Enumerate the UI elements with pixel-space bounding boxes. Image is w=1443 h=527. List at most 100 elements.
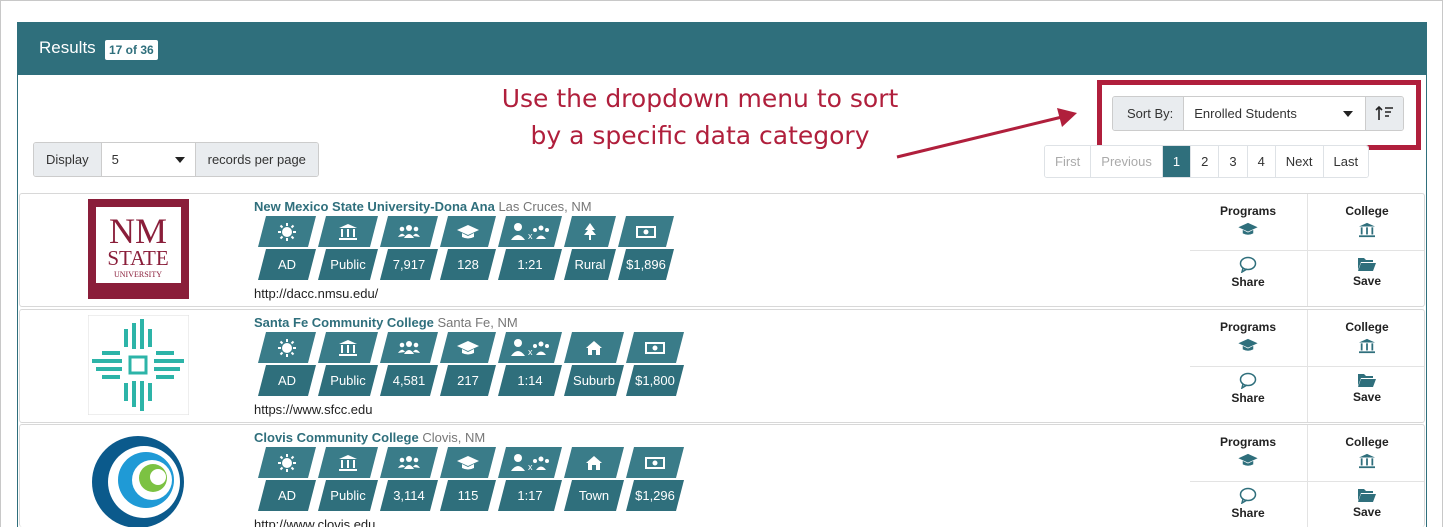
sort-order-button[interactable] [1366, 97, 1404, 130]
stat-setting: Town [564, 480, 624, 511]
action-divider [1307, 425, 1308, 527]
institution-icon [1359, 222, 1375, 238]
sort-descending-icon [1375, 105, 1394, 120]
clovis-logo [92, 436, 184, 527]
results-header: Results 17 of 36 [18, 23, 1426, 75]
action-divider [1190, 250, 1424, 251]
stat-degree: AD [258, 365, 316, 396]
graduation-cap-icon [1238, 453, 1258, 466]
result-card: Clovis Community College Clovis, NM x AD… [19, 424, 1425, 527]
chevron-down-icon [174, 157, 185, 163]
school-name-link[interactable]: Clovis Community College [254, 430, 419, 445]
graduation-cap-icon [1238, 338, 1258, 351]
result-card: NM STATE UNIVERSITY New Mexico State Uni… [19, 193, 1425, 307]
results-count-badge: 17 of 36 [105, 40, 158, 60]
pagination-page-3[interactable]: 3 [1219, 146, 1248, 177]
stat-tuition: $1,296 [626, 480, 684, 511]
save-button[interactable]: Save [1317, 487, 1417, 519]
annotation-callout: Use the dropdown menu to sort by a speci… [420, 80, 980, 154]
money-icon [626, 447, 684, 478]
svg-text:x: x [528, 347, 533, 357]
share-button[interactable]: Share [1198, 372, 1298, 405]
pagination-page-4[interactable]: 4 [1247, 146, 1276, 177]
stat-setting: Suburb [564, 365, 624, 396]
graduation-cap-icon [1238, 222, 1258, 235]
sun-icon [258, 216, 316, 247]
programs-label: Programs [1219, 435, 1277, 449]
pagination-page-2[interactable]: 2 [1191, 146, 1220, 177]
users-icon [380, 447, 438, 478]
college-button[interactable]: College [1317, 204, 1417, 238]
folder-open-icon [1358, 374, 1376, 387]
stat-degree: AD [258, 480, 316, 511]
graduation-cap-icon [440, 447, 496, 478]
student-faculty-ratio-icon: x [498, 447, 562, 478]
school-title: New Mexico State University-Dona Ana Las… [254, 199, 592, 214]
nmsu-logo-text-1: NM [109, 211, 167, 251]
college-label: College [1345, 320, 1389, 334]
stat-control: Public [318, 249, 378, 280]
stat-values-row: AD Public 4,581 217 1:14 Suburb $1,800 [258, 365, 686, 396]
stat-enrollment: 3,114 [380, 480, 438, 511]
stat-control: Public [318, 480, 378, 511]
money-icon [618, 216, 674, 247]
save-label: Save [1352, 274, 1382, 288]
users-icon [380, 216, 438, 247]
save-button[interactable]: Save [1317, 256, 1417, 288]
records-per-page-select[interactable]: 5 [101, 143, 196, 176]
programs-button[interactable]: Programs [1198, 204, 1298, 236]
school-title: Santa Fe Community College Santa Fe, NM [254, 315, 518, 330]
stat-programs: 217 [440, 365, 496, 396]
college-label: College [1345, 204, 1389, 218]
school-name-link[interactable]: New Mexico State University-Dona Ana [254, 199, 495, 214]
svg-text:x: x [528, 231, 533, 241]
annotation-line-1: Use the dropdown menu to sort [501, 84, 899, 113]
pagination: First Previous 1 2 3 4 Next Last [1044, 145, 1370, 178]
chevron-down-icon [1343, 111, 1354, 117]
college-button[interactable]: College [1317, 435, 1417, 469]
institution-icon [318, 447, 378, 478]
share-label: Share [1231, 275, 1265, 289]
share-button[interactable]: Share [1198, 487, 1298, 520]
graduation-cap-icon [440, 216, 496, 247]
pagination-last[interactable]: Last [1323, 146, 1369, 177]
pagination-next[interactable]: Next [1275, 146, 1324, 177]
save-label: Save [1352, 505, 1382, 519]
pagination-previous[interactable]: Previous [1091, 146, 1163, 177]
folder-open-icon [1358, 258, 1376, 271]
school-url[interactable]: http://dacc.nmsu.edu/ [254, 286, 378, 301]
result-card: Santa Fe Community College Santa Fe, NM … [19, 309, 1425, 423]
nmsu-logo: NM STATE UNIVERSITY [88, 199, 189, 299]
stat-tuition: $1,800 [626, 365, 684, 396]
records-per-page-value: 5 [111, 152, 119, 167]
graduation-cap-icon [440, 332, 496, 363]
school-location: Las Cruces, NM [498, 199, 592, 214]
sfcc-logo [88, 315, 189, 415]
pagination-first[interactable]: First [1045, 146, 1092, 177]
sort-by-select[interactable]: Enrolled Students [1184, 97, 1367, 130]
save-button[interactable]: Save [1317, 372, 1417, 404]
school-url[interactable]: http://www.clovis.edu [254, 517, 375, 527]
programs-button[interactable]: Programs [1198, 435, 1298, 467]
school-title: Clovis Community College Clovis, NM [254, 430, 485, 445]
programs-button[interactable]: Programs [1198, 320, 1298, 352]
svg-text:x: x [528, 462, 533, 472]
stat-enrollment: 4,581 [380, 365, 438, 396]
institution-icon [318, 332, 378, 363]
stat-control: Public [318, 365, 378, 396]
action-divider [1190, 481, 1424, 482]
stat-degree: AD [258, 249, 316, 280]
stat-setting: Rural [564, 249, 616, 280]
college-label: College [1345, 435, 1389, 449]
share-button[interactable]: Share [1198, 256, 1298, 289]
institution-icon [318, 216, 378, 247]
school-name-link[interactable]: Santa Fe Community College [254, 315, 434, 330]
college-button[interactable]: College [1317, 320, 1417, 354]
programs-label: Programs [1219, 204, 1277, 218]
pagination-page-1[interactable]: 1 [1162, 146, 1192, 177]
institution-icon [1359, 453, 1375, 469]
action-divider [1190, 366, 1424, 367]
school-url[interactable]: https://www.sfcc.edu [254, 402, 373, 417]
institution-icon [1359, 338, 1375, 354]
sort-by-value: Enrolled Students [1194, 106, 1297, 121]
